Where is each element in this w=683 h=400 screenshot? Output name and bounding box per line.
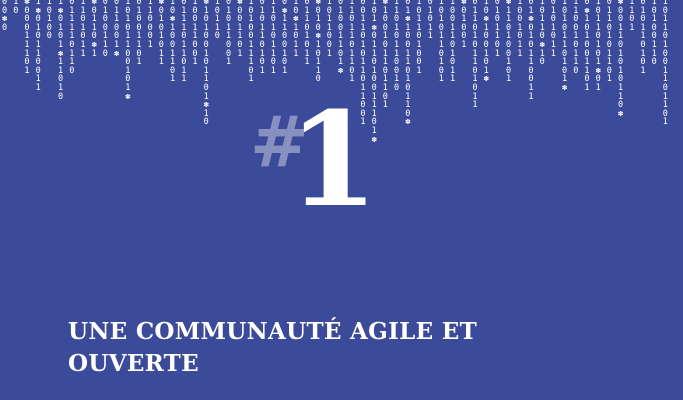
binary-rain-column: 1 0 1 1 0 1 0 0 1 1 0 1 1 0 1 [662,0,668,128]
binary-rain-column: 1 1 0 1 0 1 1 0 0 1 0 [394,0,400,93]
binary-rain-column: 0 1 1 1 0 1 1 0 1 1 [181,0,187,85]
binary-rain-column: 1 1 0 1 0 1 1 [80,0,86,59]
binary-rain-column: 0 1 0 1 1 [427,0,433,42]
binary-rain-column: 0 1 1 0 1 0 1 1 0 1 [606,0,612,85]
binary-rain-column: 1 1 0 1 1 0 1 1 0 1 [349,0,355,85]
binary-rain-column: ✽ 0 1 1 0 ✽ 1 [91,0,97,59]
binary-rain-column: 1 0 1 1 0 1 0 1 ✽ 0 1 [595,0,601,93]
binary-rain-column: 0 1 0 1 1 0 1 0 1 [640,0,646,76]
binary-rain-column: ✽ 0 0 1 1 0 1 [237,0,243,59]
binary-rain-column: 0 1 1 1 1 0 1 1 0 [69,0,75,76]
binary-rain-column: 0 1 0 0 1 1 0 [102,0,108,59]
binary-rain-column: 0 0 ✽ 0 [2,0,8,33]
binary-rain-column: 0 ✽ 1 1 0 0 1 0 1 [282,0,288,76]
binary-rain-column: 1 1 0 1 0 1 1 0 1 [270,0,276,76]
binary-rain-column: ✽ 0 0 1 1 0 1 0 1 0 1 1 0 ✽ [618,0,624,119]
binary-rain-column: 1 0 1 0 1 1 0 1 0 1 [438,0,444,85]
binary-rain-column: 1 0 1 0 0 1 1 1 0 1 [248,0,254,85]
binary-rain-column: 1 0 ✽ 1 0 1 1 [293,0,299,59]
binary-rain-column: 1 0 0 1 1 0 1 0 1 1 [450,0,456,85]
binary-rain-column: 1 0 1 0 0 1 1 0 [651,0,657,68]
binary-rain-column: 1 0 0 1 0 1 1 [517,0,523,59]
binary-rain-column: ✽ 0 0 0 1 1 1 0 1 [24,0,30,76]
binary-rain-column: 0 1 ✽ 0 1 0 1 1 0 0 1 1 [528,0,534,102]
binary-rain-column: 1 0 [13,0,19,16]
binary-rain-column: 1 1 0 1 [629,0,635,33]
binary-rain-column: 1 0 ✽ 1 0 0 1 1 0 1 [170,0,176,85]
binary-rain-column: ✽ 1 0 1 0 0 1 0 1 1 0 1 ✽ 1 0 [203,0,209,128]
binary-rain-column: 0 1 1 0 1 0 1 1 0 1 0 1 1 [472,0,478,111]
slide: 0 0 ✽ 0 1 0 ✽ 0 0 0 1 1 1 0 1 1 ✽ 0 1 0 1 1… [0,0,683,400]
slide-number-block: # 1 [250,95,380,235]
binary-rain-column: 1 0 1 0 0 [46,0,52,42]
slide-number: 1 [288,83,379,236]
slide-title: UNE COMMUNAUTÉ AGILE ET OUVERTE [68,318,478,377]
binary-rain-column: 1 0 1 0 1 1 0 0 1 0 1 ✽ [125,0,131,102]
binary-rain-column: 0 1 0 0 1 1 0 1 [136,0,142,68]
binary-rain-column: 0 1 0 1 0 1 1 [550,0,556,59]
binary-rain-column: ✽ 0 1 0 ✽ 1 0 1 1 0 [315,0,321,85]
binary-rain-column: 0 1 1 0 0 1 ✽ [114,0,120,59]
binary-rain-column: 1 0 1 1 0 0 1 [326,0,332,59]
binary-rain-column: 1 ✽ 0 1 0 1 ✽ 1 1 0 1 0 [58,0,64,102]
binary-rain-column: 0 ✽ 1 0 1 0 0 1 1 0 1 [584,0,590,93]
binary-rain-column: 1 0 1 1 0 1 0 0 1 [416,0,422,76]
binary-rain-column: 0 1 ✽ 1 0 0 1 1 0 1 0 1 1 0 ✽ [405,0,411,128]
binary-rain-column: 0 1 1 0 1 0 1 1 [304,0,310,68]
binary-rain-column: ✽ 1 1 0 1 0 0 1 0 1 [506,0,512,85]
binary-rain-column: 1 ✽ 0 1 0 1 1 0 0 1 1 [35,0,41,93]
binary-rain-column: 1 0 1 1 0 ✽ 1 0 [539,0,545,68]
binary-rain-column: 1 1 0 0 0 1 [147,0,153,50]
binary-rain-column: 1 1 0 0 1 0 1 1 0 [573,0,579,76]
binary-rain-column: 0 1 0 1 1 0 0 1 [226,0,232,68]
binary-rain-column: 0 1 0 1 1 0 1 [494,0,500,59]
binary-rain-column: ✽ 0 1 0 1 0 1 1 [158,0,164,68]
binary-rain-column: 1 0 ✽ 1 0 0 1 0 1 ✽ [483,0,489,85]
binary-rain-column: ✽ 1 0 0 1 0 1 1 0 1 1 0 1 [382,0,388,111]
binary-rain-column: 0 1 0 0 1 1 0 1 ✽ [338,0,344,76]
binary-rain-column: ✽ 0 1 0 0 1 [461,0,467,50]
binary-rain-column: 1 0 1 0 1 1 0 1 0 1 ✽ [562,0,568,93]
binary-rain-column: 1 0 1 1 0 [214,0,220,42]
binary-rain-column: 0 1 0 1 1 0 1 0 1 [259,0,265,76]
binary-rain-column: 1 0 0 1 1 0 0 1 [192,0,198,68]
